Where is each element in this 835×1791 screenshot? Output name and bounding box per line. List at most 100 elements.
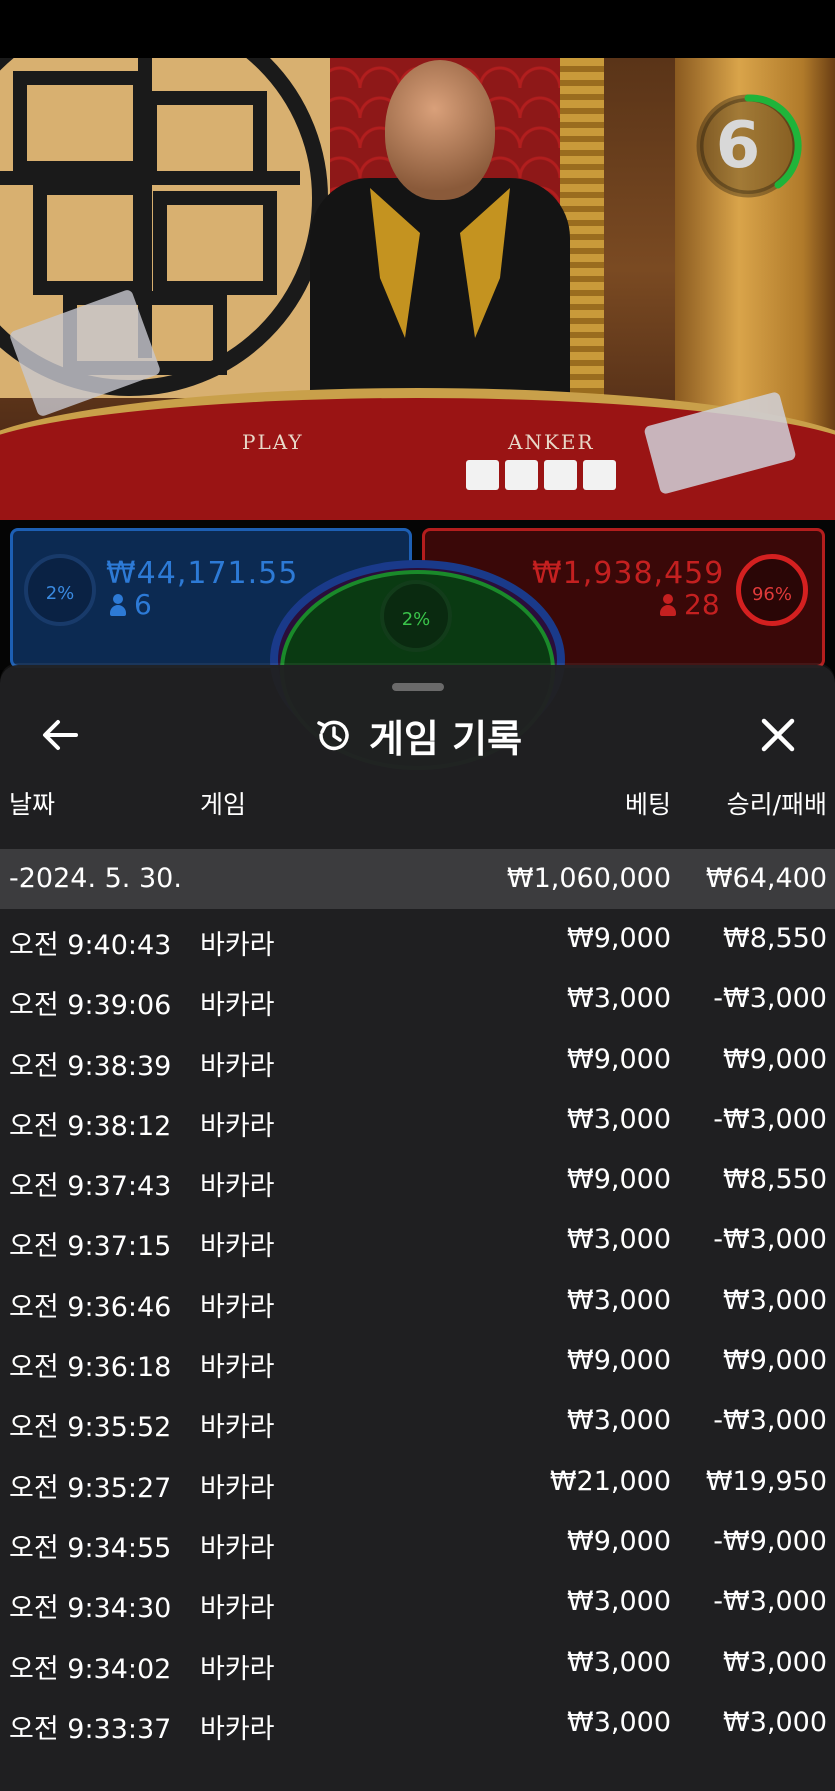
row-bet: ₩3,000 — [567, 1224, 671, 1256]
row-bet: ₩3,000 — [567, 983, 671, 1015]
column-header-game: 게임 — [200, 790, 247, 819]
history-row[interactable]: 오전 9:34:02 바카라 ₩3,000 ₩3,000 — [0, 1633, 835, 1693]
player-bettor-count-value: 6 — [134, 588, 152, 621]
row-game: 바카라 — [200, 1532, 275, 1564]
row-result: -₩9,000 — [713, 1525, 827, 1557]
row-result: -₩3,000 — [713, 1405, 827, 1437]
row-result: ₩19,950 — [705, 1465, 827, 1497]
day-summary-row[interactable]: -2024. 5. 30. ₩1,060,000 ₩64,400 — [0, 849, 835, 909]
row-result: ₩9,000 — [723, 1043, 827, 1075]
row-time: 오전 9:35:52 — [9, 1412, 172, 1444]
row-result: -₩3,000 — [713, 983, 827, 1015]
history-row[interactable]: 오전 9:37:43 바카라 ₩9,000 ₩8,550 — [0, 1150, 835, 1210]
banker-bettor-count: 28 — [660, 588, 720, 621]
row-game: 바카라 — [200, 1231, 275, 1263]
row-game: 바카라 — [200, 990, 275, 1022]
row-game: 바카라 — [200, 1593, 275, 1625]
column-header-result: 승리/패배 — [726, 790, 827, 819]
row-time: 오전 9:34:02 — [9, 1653, 172, 1685]
column-header-bet: 베팅 — [624, 790, 671, 819]
row-result: ₩8,550 — [723, 1164, 827, 1196]
history-row[interactable]: 오전 9:40:43 바카라 ₩9,000 ₩8,550 — [0, 909, 835, 969]
day-summary-bet: ₩1,060,000 — [506, 863, 671, 894]
history-list: 오전 9:40:43 바카라 ₩9,000 ₩8,550 오전 9:39:06 … — [0, 909, 835, 1753]
column-header-date: 날짜 — [9, 790, 56, 819]
row-bet: ₩3,000 — [567, 1103, 671, 1135]
history-row[interactable]: 오전 9:37:15 바카라 ₩3,000 -₩3,000 — [0, 1210, 835, 1270]
row-time: 오전 9:38:39 — [9, 1050, 172, 1082]
row-result: -₩3,000 — [713, 1103, 827, 1135]
row-bet: ₩3,000 — [567, 1706, 671, 1738]
row-bet: ₩9,000 — [567, 1043, 671, 1075]
row-time: 오전 9:34:30 — [9, 1593, 172, 1625]
history-row[interactable]: 오전 9:38:12 바카라 ₩3,000 -₩3,000 — [0, 1090, 835, 1150]
countdown-timer: 6 — [715, 109, 761, 183]
history-row[interactable]: 오전 9:39:06 바카라 ₩3,000 -₩3,000 — [0, 969, 835, 1029]
table-label-banker: ANKER — [508, 430, 595, 454]
row-bet: ₩21,000 — [549, 1465, 671, 1497]
row-bet: ₩3,000 — [567, 1284, 671, 1316]
row-time: 오전 9:37:43 — [9, 1171, 172, 1203]
history-row[interactable]: 오전 9:38:39 바카라 ₩9,000 ₩9,000 — [0, 1030, 835, 1090]
row-time: 오전 9:36:46 — [9, 1291, 172, 1323]
player-percent-ring: 2% — [24, 554, 96, 626]
history-row[interactable]: 오전 9:36:46 바카라 ₩3,000 ₩3,000 — [0, 1271, 835, 1331]
row-game: 바카라 — [200, 1352, 275, 1384]
row-time: 오전 9:40:43 — [9, 930, 172, 961]
player-total-amount: ₩44,171.55 — [106, 556, 299, 591]
row-time: 오전 9:37:15 — [9, 1231, 172, 1263]
player-bettor-count: 6 — [110, 588, 152, 621]
row-game: 바카라 — [200, 1110, 275, 1142]
row-result: ₩3,000 — [723, 1646, 827, 1678]
sheet-drag-handle[interactable] — [392, 683, 444, 691]
row-bet: ₩3,000 — [567, 1405, 671, 1437]
row-game: 바카라 — [200, 1653, 275, 1685]
tie-percent-ring: 2% — [380, 580, 452, 652]
close-icon[interactable] — [752, 709, 804, 761]
history-row[interactable]: 오전 9:35:52 바카라 ₩3,000 -₩3,000 — [0, 1391, 835, 1451]
row-game: 바카라 — [200, 1291, 275, 1323]
day-summary-date: -2024. 5. 30. — [9, 863, 182, 894]
row-bet: ₩9,000 — [567, 1345, 671, 1377]
row-time: 오전 9:39:06 — [9, 990, 172, 1022]
banker-total-amount: ₩1,938,459 — [532, 556, 725, 591]
history-row[interactable]: 오전 9:36:18 바카라 ₩9,000 ₩9,000 — [0, 1331, 835, 1391]
row-time: 오전 9:38:12 — [9, 1110, 172, 1142]
row-time: 오전 9:33:37 — [9, 1713, 172, 1745]
table-label-player: PLAY — [242, 430, 304, 454]
history-row[interactable]: 오전 9:35:27 바카라 ₩21,000 ₩19,950 — [0, 1452, 835, 1512]
row-result: ₩3,000 — [723, 1706, 827, 1738]
row-game: 바카라 — [200, 1050, 275, 1082]
history-icon — [317, 720, 349, 751]
row-game: 바카라 — [200, 1412, 275, 1444]
row-result: ₩9,000 — [723, 1345, 827, 1377]
row-game: 바카라 — [200, 1171, 275, 1203]
person-icon — [660, 594, 676, 616]
banker-percent-ring: 96% — [736, 554, 808, 626]
row-game: 바카라 — [200, 930, 275, 961]
banker-bettor-count-value: 28 — [684, 588, 720, 621]
dealt-cards — [466, 460, 616, 490]
game-history-sheet: 게임 기록 날짜 게임 베팅 승리/패배 -2024. 5. 30. ₩1,06… — [0, 665, 835, 1791]
status-bar — [0, 0, 835, 58]
day-summary-result: ₩64,400 — [705, 863, 827, 894]
history-row[interactable]: 오전 9:34:55 바카라 ₩9,000 -₩9,000 — [0, 1512, 835, 1572]
row-bet: ₩9,000 — [567, 923, 671, 954]
row-time: 오전 9:34:55 — [9, 1532, 172, 1564]
sheet-title: 게임 기록 — [368, 716, 523, 761]
row-bet: ₩3,000 — [567, 1646, 671, 1678]
row-time: 오전 9:35:27 — [9, 1472, 172, 1504]
history-row[interactable]: 오전 9:33:37 바카라 ₩3,000 ₩3,000 — [0, 1693, 835, 1753]
row-result: -₩3,000 — [713, 1586, 827, 1618]
row-game: 바카라 — [200, 1713, 275, 1745]
row-result: ₩8,550 — [723, 923, 827, 954]
history-row[interactable]: 오전 9:34:30 바카라 ₩3,000 -₩3,000 — [0, 1572, 835, 1632]
row-bet: ₩3,000 — [567, 1586, 671, 1618]
row-game: 바카라 — [200, 1472, 275, 1504]
row-bet: ₩9,000 — [567, 1164, 671, 1196]
person-icon — [110, 594, 126, 616]
dealer-head — [385, 60, 495, 200]
row-result: -₩3,000 — [713, 1224, 827, 1256]
row-time: 오전 9:36:18 — [9, 1352, 172, 1384]
row-result: ₩3,000 — [723, 1284, 827, 1316]
